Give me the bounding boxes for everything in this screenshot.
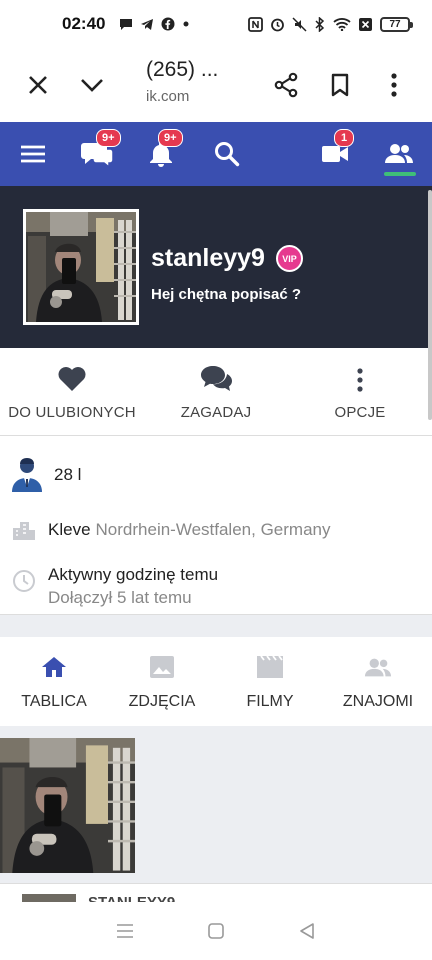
friends-button[interactable] <box>374 122 424 186</box>
bookmark-icon <box>331 73 349 97</box>
tab-wall[interactable]: TABLICA <box>0 637 108 726</box>
close-tab-button[interactable] <box>20 67 56 103</box>
more-vertical-icon <box>357 368 363 392</box>
tab-label: ZDJĘCIA <box>128 693 196 710</box>
chevron-down-icon <box>81 79 103 92</box>
active-nav-indicator <box>384 172 416 176</box>
male-user-icon <box>12 458 42 492</box>
close-icon <box>29 76 47 94</box>
activity-row: Aktywny godzinę temu Dołączył 5 lat temu <box>12 565 218 608</box>
tab-videos[interactable]: FILMY <box>216 637 324 726</box>
people-icon <box>364 658 392 677</box>
home-icon <box>42 657 66 677</box>
menu-lines-icon <box>117 924 134 938</box>
back-triangle-icon <box>299 923 314 939</box>
post-card: STANLEYY9 <box>0 883 432 903</box>
age-row: 28 l <box>10 457 81 493</box>
telegram-icon <box>141 19 154 30</box>
share-button[interactable] <box>268 67 304 103</box>
browser-menu-button[interactable] <box>376 67 412 103</box>
collapse-button[interactable] <box>74 67 110 103</box>
heart-icon <box>58 367 86 391</box>
sim-icon <box>359 17 372 31</box>
messages-button[interactable]: 9+ <box>72 122 122 186</box>
page-scrollbar[interactable] <box>428 190 432 420</box>
section-divider <box>0 615 432 637</box>
site-nav-bar: 9+ 9+ 1 <box>0 122 432 186</box>
messages-badge: 9+ <box>96 129 121 147</box>
mute-icon <box>292 16 307 32</box>
profile-tabs: TABLICA ZDJĘCIA FILMY ZNAJOMI <box>0 637 432 726</box>
notifications-badge: 9+ <box>158 129 183 147</box>
photo-thumbnail-image <box>0 738 135 873</box>
feed-area: STANLEYY9 <box>0 726 432 903</box>
recent-apps-button[interactable] <box>105 911 145 951</box>
location-row: Kleve Nordrhein-Westfalen, Germany <box>12 519 330 541</box>
city: Kleve <box>48 520 91 539</box>
video-badge: 1 <box>334 129 355 147</box>
region: Nordrhein-Westfalen, Germany <box>95 520 331 539</box>
film-icon <box>257 655 283 678</box>
clock-icon <box>13 570 35 592</box>
square-icon <box>208 923 224 939</box>
browser-toolbar: (265) ... ik.com <box>0 48 432 122</box>
page-domain: ik.com <box>146 88 190 105</box>
profile-header: stanleyy9 VIP Hej chętna popisać ? <box>0 186 432 348</box>
nfc-icon <box>248 16 263 32</box>
conversation-icon <box>201 366 232 391</box>
chat-label: ZAGADAJ <box>180 404 252 421</box>
avatar[interactable] <box>23 209 139 325</box>
search-button[interactable] <box>202 122 252 186</box>
profile-actions: DO ULUBIONYCH ZAGADAJ OPCJE <box>0 348 432 436</box>
more-vertical-icon <box>391 73 397 97</box>
system-navigation-bar <box>0 902 432 960</box>
profile-status: Hej chętna popisać ? <box>151 286 302 303</box>
status-bar: 02:40 77 <box>0 0 432 48</box>
page-title: (265) ... <box>146 58 219 81</box>
home-button[interactable] <box>196 911 236 951</box>
vip-badge: VIP <box>275 245 303 272</box>
chat-bubble-icon <box>120 19 133 30</box>
hamburger-icon <box>21 145 45 163</box>
search-icon <box>215 142 240 167</box>
share-icon <box>274 72 298 98</box>
bluetooth-icon <box>315 16 325 32</box>
options-button[interactable]: OPCJE <box>288 348 432 436</box>
back-button[interactable] <box>287 911 327 951</box>
add-to-favorites-button[interactable]: DO ULUBIONYCH <box>0 348 144 436</box>
options-label: OPCJE <box>334 404 386 421</box>
battery-indicator: 77 <box>380 16 413 32</box>
notifications-button[interactable]: 9+ <box>136 122 186 186</box>
dot-icon <box>183 21 189 27</box>
facebook-icon <box>161 17 175 31</box>
tab-label: FILMY <box>246 693 294 710</box>
image-icon <box>150 656 174 678</box>
joined-date: Dołączył 5 lat temu <box>48 588 192 607</box>
username: stanleyy9 <box>151 244 265 272</box>
profile-photo-thumbnail[interactable] <box>0 738 135 873</box>
tab-friends[interactable]: ZNAJOMI <box>324 637 432 726</box>
video-camera-icon <box>322 146 348 162</box>
url-box[interactable]: (265) ... ik.com <box>146 58 218 105</box>
profile-photo <box>26 212 136 322</box>
age-value: 28 l <box>54 465 82 484</box>
city-icon <box>13 522 35 540</box>
last-active: Aktywny godzinę temu <box>48 565 219 584</box>
wifi-icon <box>333 18 351 31</box>
tab-label: TABLICA <box>21 693 87 710</box>
bookmark-button[interactable] <box>322 67 358 103</box>
favorites-label: DO ULUBIONYCH <box>8 404 136 421</box>
start-chat-button[interactable]: ZAGADAJ <box>144 348 288 436</box>
tab-label: ZNAJOMI <box>342 693 414 710</box>
profile-info-card: 28 l Kleve Nordrhein-Westfalen, Germany … <box>0 437 432 615</box>
username-row: stanleyy9 VIP <box>151 244 303 273</box>
status-time: 02:40 <box>62 14 106 33</box>
alarm-icon <box>271 18 284 31</box>
menu-button[interactable] <box>8 122 58 186</box>
tab-photos[interactable]: ZDJĘCIA <box>108 637 216 726</box>
people-icon <box>385 144 413 163</box>
video-chat-button[interactable]: 1 <box>310 122 360 186</box>
